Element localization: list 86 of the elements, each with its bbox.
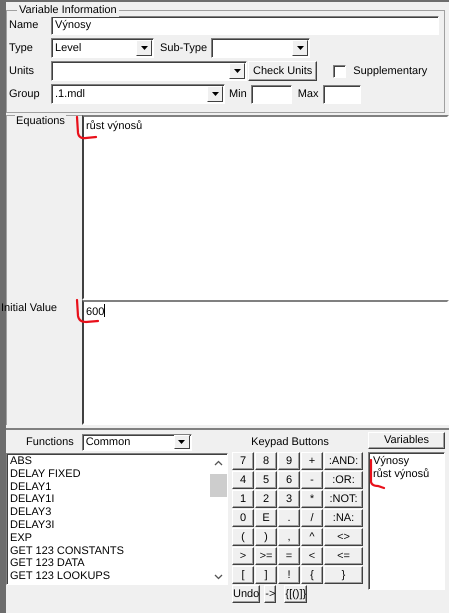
keypad-key[interactable]: ( xyxy=(232,528,254,546)
keypad-key[interactable]: . xyxy=(278,509,300,527)
function-item[interactable]: DELAY3 xyxy=(10,506,207,519)
sub-type-label: Sub-Type xyxy=(160,41,208,55)
keypad-key[interactable]: 4 xyxy=(232,471,254,489)
category-dropdown[interactable]: Common xyxy=(82,434,192,450)
keypad-key[interactable]: :NOT: xyxy=(324,490,363,508)
keypad-key[interactable]: 8 xyxy=(255,452,277,470)
function-item[interactable]: EXP xyxy=(10,532,207,545)
keypad-key[interactable]: , xyxy=(278,528,300,546)
keypad-key[interactable]: } xyxy=(324,566,363,584)
keypad-key[interactable]: ] xyxy=(255,566,277,584)
type-label: Type xyxy=(9,41,34,55)
scroll-up-icon[interactable] xyxy=(214,460,223,466)
keypad-key[interactable]: :AND: xyxy=(324,452,363,470)
supplementary-checkbox[interactable] xyxy=(333,64,346,78)
undo-button[interactable]: Undo xyxy=(232,585,260,603)
keypad-key[interactable]: ! xyxy=(278,566,300,584)
min-label: Min xyxy=(229,87,247,101)
variables-button[interactable]: Variables xyxy=(368,432,445,449)
variables-list[interactable]: Výnosy růst výnosů xyxy=(368,452,445,590)
units-label: Units xyxy=(9,64,36,78)
keypad-key[interactable]: * xyxy=(301,490,323,508)
group-dropdown[interactable]: .1.mdl xyxy=(51,84,225,104)
keypad-key[interactable]: <= xyxy=(324,547,363,565)
keypad-key[interactable]: 9 xyxy=(278,452,300,470)
function-item[interactable]: ABS xyxy=(10,455,207,468)
scrollbar-thumb[interactable] xyxy=(210,474,227,497)
keypad-key[interactable]: -> xyxy=(264,585,276,603)
keypad-key[interactable]: = xyxy=(278,547,300,565)
keypad-key[interactable]: ) xyxy=(255,528,277,546)
check-units-button[interactable]: Check Units xyxy=(248,61,318,81)
sub-type-dropdown[interactable] xyxy=(211,38,310,58)
keypad-key[interactable]: 0 xyxy=(232,509,254,527)
keypad-key[interactable]: [ xyxy=(232,566,254,584)
keypad-key[interactable]: - xyxy=(301,471,323,489)
group-label: Group xyxy=(9,87,41,101)
function-item[interactable]: DELAY FIXED xyxy=(10,468,207,481)
keypad-key[interactable]: + xyxy=(301,452,323,470)
function-item[interactable]: GET 123 DATA xyxy=(10,557,207,570)
function-item[interactable]: DELAY1I xyxy=(10,493,207,506)
keypad-key[interactable]: 5 xyxy=(255,471,277,489)
keypad-key[interactable]: :NA: xyxy=(324,509,363,527)
keypad-key[interactable]: 1 xyxy=(232,490,254,508)
dropdown-arrow-icon xyxy=(212,92,218,96)
functions-label: Functions xyxy=(26,435,74,449)
name-label: Name xyxy=(9,18,40,32)
variable-item[interactable]: růst výnosů xyxy=(373,468,440,481)
function-item[interactable]: GET 123 LOOKUPS xyxy=(10,570,207,583)
keypad-key[interactable]: > xyxy=(232,547,254,565)
dropdown-arrow-icon xyxy=(178,440,186,444)
type-dropdown[interactable]: Level xyxy=(51,38,154,58)
keypad-key[interactable]: 6 xyxy=(278,471,300,489)
keypad-key[interactable]: { xyxy=(301,566,323,584)
keypad-key[interactable]: >= xyxy=(255,547,277,565)
scroll-down-icon[interactable] xyxy=(214,574,223,580)
functions-list[interactable]: ABS DELAY FIXED DELAY1 DELAY1I DELAY3 DELAY3I EXP GET 123 CONSTANTS GET 123 DATA GET 123 LOOKUPS xyxy=(6,453,228,585)
max-field[interactable] xyxy=(322,84,361,104)
function-item[interactable]: DELAY3I xyxy=(10,518,207,532)
keypad-key[interactable]: ^ xyxy=(301,528,323,546)
keypad-key[interactable]: {[()]} xyxy=(284,585,308,603)
keypad-key[interactable]: < xyxy=(301,547,323,565)
initial-value-field[interactable]: 600 xyxy=(82,300,449,425)
name-field[interactable]: Výnosy xyxy=(51,16,439,34)
keypad-key[interactable]: :OR: xyxy=(324,471,363,489)
keypad-key[interactable]: 3 xyxy=(278,490,300,508)
keypad-key[interactable]: 7 xyxy=(232,452,254,470)
keypad-label: Keypad Buttons xyxy=(251,435,329,449)
keypad-key[interactable]: <> xyxy=(324,528,363,546)
keypad-key[interactable]: 2 xyxy=(255,490,277,508)
min-field[interactable] xyxy=(250,84,292,104)
keypad-key[interactable]: E xyxy=(255,509,277,527)
variable-item[interactable]: Výnosy xyxy=(373,455,440,468)
dropdown-arrow-icon xyxy=(234,69,240,73)
function-item[interactable]: GET 123 CONSTANTS xyxy=(10,544,207,558)
equations-label: Equations xyxy=(15,114,66,128)
initial-value-label: Initial Value xyxy=(1,301,58,315)
keypad-key[interactable]: / xyxy=(301,509,323,527)
dropdown-arrow-icon xyxy=(140,46,148,50)
equations-field[interactable]: růst výnosů xyxy=(82,115,449,300)
group-title: Variable Information xyxy=(17,3,119,17)
dropdown-arrow-icon xyxy=(296,46,304,50)
function-item[interactable]: DELAY1 xyxy=(10,480,207,494)
supplementary-label: Supplementary xyxy=(353,64,428,78)
units-dropdown[interactable] xyxy=(51,61,247,81)
max-label: Max xyxy=(298,87,319,101)
